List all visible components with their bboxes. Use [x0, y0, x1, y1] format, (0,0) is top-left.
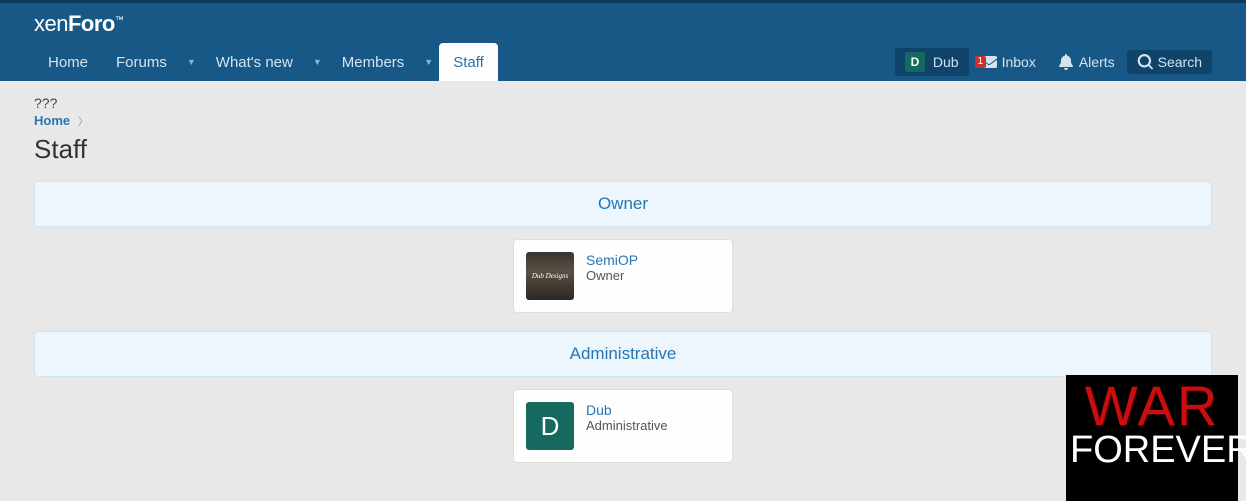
header: xenForo™: [0, 3, 1246, 43]
nav-toggle-1[interactable]: ▼: [181, 43, 202, 81]
site-logo[interactable]: xenForo™: [34, 11, 123, 43]
alerts-label: Alerts: [1079, 54, 1115, 70]
member-name-link[interactable]: Dub: [586, 402, 668, 418]
member-role: Administrative: [586, 418, 668, 433]
ad-line-1: WAR: [1070, 381, 1234, 431]
nav-item-members[interactable]: Members: [328, 43, 419, 81]
inbox-badge: 1: [975, 56, 987, 68]
nav-item-forums[interactable]: Forums: [102, 43, 181, 81]
nav-item-staff[interactable]: Staff: [439, 43, 498, 81]
floating-ad[interactable]: WAR FOREVER: [1066, 375, 1238, 501]
main-nav: HomeForums▼What's new▼Members▼Staff D Du…: [0, 43, 1246, 81]
search-link[interactable]: Search: [1127, 50, 1212, 74]
member-role: Owner: [586, 268, 638, 283]
inbox-label: Inbox: [1002, 54, 1036, 70]
user-menu[interactable]: D Dub: [895, 48, 969, 76]
member-card: SemiOPOwner: [513, 239, 733, 313]
nav-toggle-2[interactable]: ▼: [307, 43, 328, 81]
nav-toggle-3[interactable]: ▼: [418, 43, 439, 81]
member-card: D DubAdministrative: [513, 389, 733, 463]
search-icon: [1137, 54, 1153, 70]
pre-title: ???: [34, 95, 1212, 111]
ad-line-2: FOREVER: [1070, 431, 1234, 469]
page-title: Staff: [34, 134, 1212, 165]
member-avatar[interactable]: [526, 252, 574, 300]
inbox-link[interactable]: 1 Inbox: [971, 54, 1046, 70]
breadcrumb-home[interactable]: Home: [34, 113, 70, 128]
group-header: Administrative: [34, 331, 1212, 377]
member-name-link[interactable]: SemiOP: [586, 252, 638, 268]
user-name: Dub: [933, 54, 959, 70]
logo-text-1: xen: [34, 11, 68, 36]
chevron-right-icon: 〉: [78, 113, 88, 128]
nav-item-what-s-new[interactable]: What's new: [202, 43, 307, 81]
bell-icon: [1058, 54, 1074, 70]
group-header: Owner: [34, 181, 1212, 227]
nav-item-home[interactable]: Home: [34, 43, 102, 81]
content-area: ??? Home 〉 Staff OwnerSemiOPOwnerAdminis…: [0, 81, 1246, 495]
member-avatar[interactable]: D: [526, 402, 574, 450]
user-avatar-small: D: [905, 52, 925, 72]
logo-text-2: Foro: [68, 11, 115, 36]
breadcrumb: Home 〉: [34, 113, 1212, 128]
alerts-link[interactable]: Alerts: [1048, 54, 1125, 70]
search-label: Search: [1158, 54, 1202, 70]
